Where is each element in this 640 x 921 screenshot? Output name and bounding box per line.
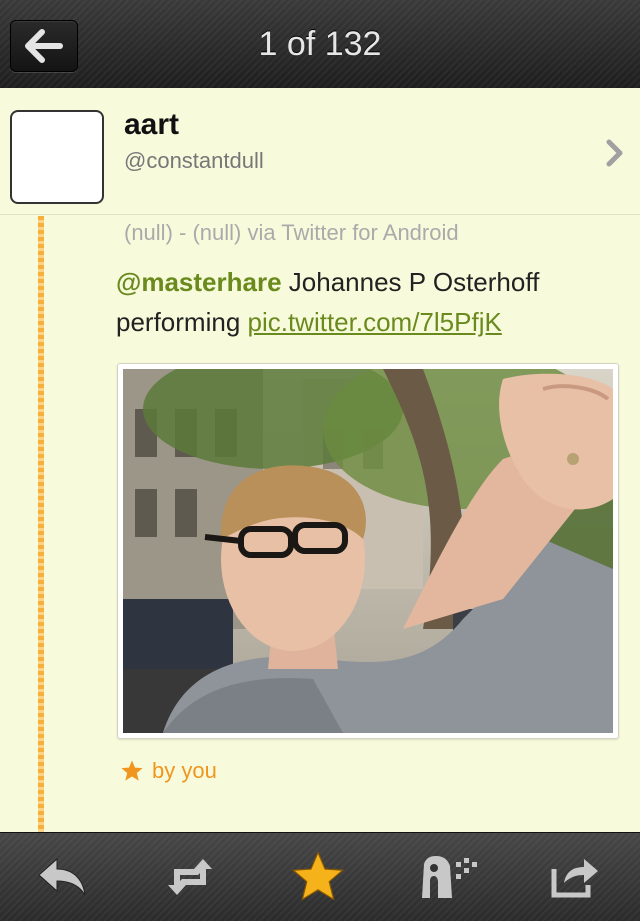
chevron-right-icon[interactable] [604,138,626,168]
translate-icon [422,856,477,898]
translate-button[interactable] [416,845,480,909]
reply-button[interactable] [30,845,94,909]
user-name: aart [124,108,180,141]
user-handle: @constantdull [124,148,264,173]
photo-image[interactable] [123,369,613,733]
share-button[interactable] [544,845,608,909]
profile-row[interactable]: aart @constantdull [0,88,640,215]
tweet-text: @masterhare Johannes P Osterhoff perform… [116,262,616,342]
navigation-bar: 1 of 132 [0,0,640,89]
favorited-by-text: by you [152,758,217,783]
favorited-indicator: by you [120,758,217,784]
mention-link[interactable]: @masterhare [116,267,282,297]
star-icon [121,760,143,781]
photo-thumbnail[interactable] [117,363,619,739]
page-title: 1 of 132 [258,25,382,63]
favorite-button[interactable] [286,845,350,909]
tweet-meta: (null) - (null) via Twitter for Android [124,220,459,245]
retweet-icon [168,859,212,895]
avatar[interactable] [10,110,104,204]
photo-link[interactable]: pic.twitter.com/7l5PfjK [248,307,502,337]
conversation-rail [38,216,44,832]
retweet-button[interactable] [158,845,222,909]
action-toolbar [0,832,640,921]
share-icon [551,859,598,898]
reply-icon [38,857,86,896]
star-icon [291,851,345,901]
